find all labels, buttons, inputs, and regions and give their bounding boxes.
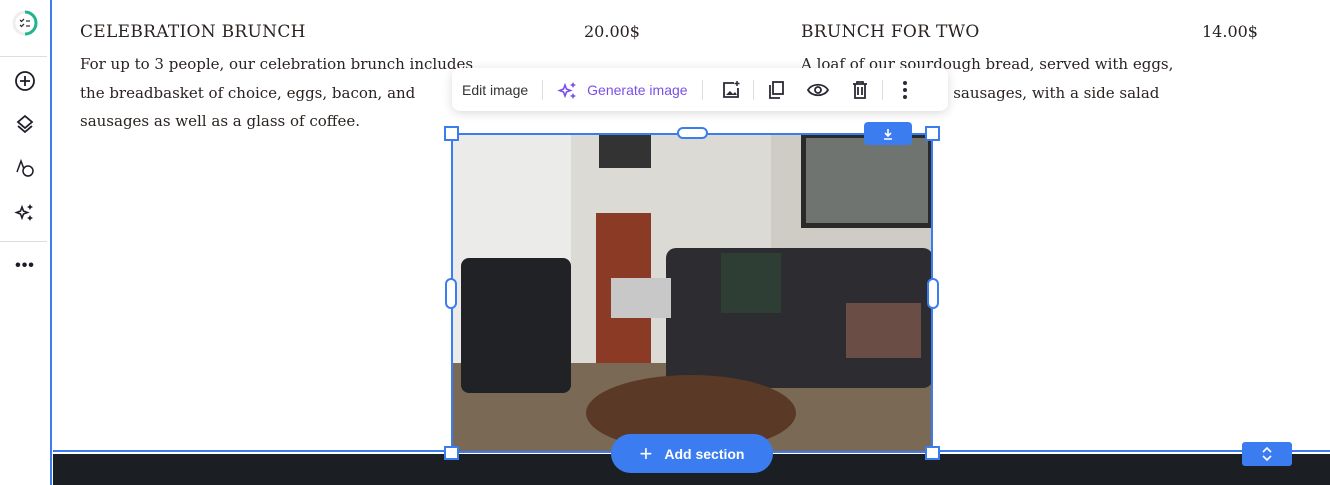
generate-image-button[interactable]: Generate image: [557, 79, 688, 101]
menu-item-price: 20.00$: [584, 22, 640, 41]
menu-item-title: CELEBRATION BRUNCH: [80, 22, 306, 42]
reorder-section-button[interactable]: [1242, 442, 1292, 466]
add-section-button[interactable]: + Add section: [611, 434, 773, 473]
image-toolbar: Edit image Generate image: [452, 68, 948, 111]
ai-sparkle-icon[interactable]: [10, 197, 40, 227]
add-icon[interactable]: [10, 66, 40, 96]
layers-icon[interactable]: [10, 109, 40, 139]
resize-handle[interactable]: [444, 126, 459, 141]
delete-trash-icon[interactable]: [846, 76, 874, 104]
download-button[interactable]: [864, 122, 912, 145]
living-room-image[interactable]: [451, 133, 933, 453]
resize-handle[interactable]: [927, 278, 939, 309]
duplicate-icon[interactable]: [762, 76, 790, 104]
resize-handle[interactable]: [445, 278, 457, 309]
more-icon[interactable]: •••: [10, 251, 40, 281]
more-options-icon[interactable]: [891, 76, 919, 104]
plus-icon: +: [639, 440, 653, 466]
sidebar: •••: [0, 0, 52, 485]
generate-image-label: Generate image: [587, 81, 688, 98]
chevron-up-down-icon: [1262, 446, 1272, 462]
resize-handle[interactable]: [925, 126, 940, 141]
resize-handle[interactable]: [444, 446, 459, 460]
download-icon: [884, 128, 892, 140]
sparkle-icon: [557, 81, 577, 99]
menu-item-title: BRUNCH FOR TWO: [801, 22, 980, 42]
resize-handle[interactable]: [925, 446, 940, 460]
progress-checklist-icon[interactable]: [10, 8, 40, 38]
menu-item-description: For up to 3 people, our celebration brun…: [80, 55, 474, 130]
menu-item-price: 14.00$: [1202, 22, 1258, 41]
edit-image-button[interactable]: Edit image: [462, 82, 528, 98]
resize-handle[interactable]: [677, 127, 708, 139]
theme-icon[interactable]: [10, 153, 40, 183]
replace-image-icon[interactable]: [717, 76, 745, 104]
visibility-eye-icon[interactable]: [804, 76, 832, 104]
add-section-label: Add section: [664, 445, 745, 462]
